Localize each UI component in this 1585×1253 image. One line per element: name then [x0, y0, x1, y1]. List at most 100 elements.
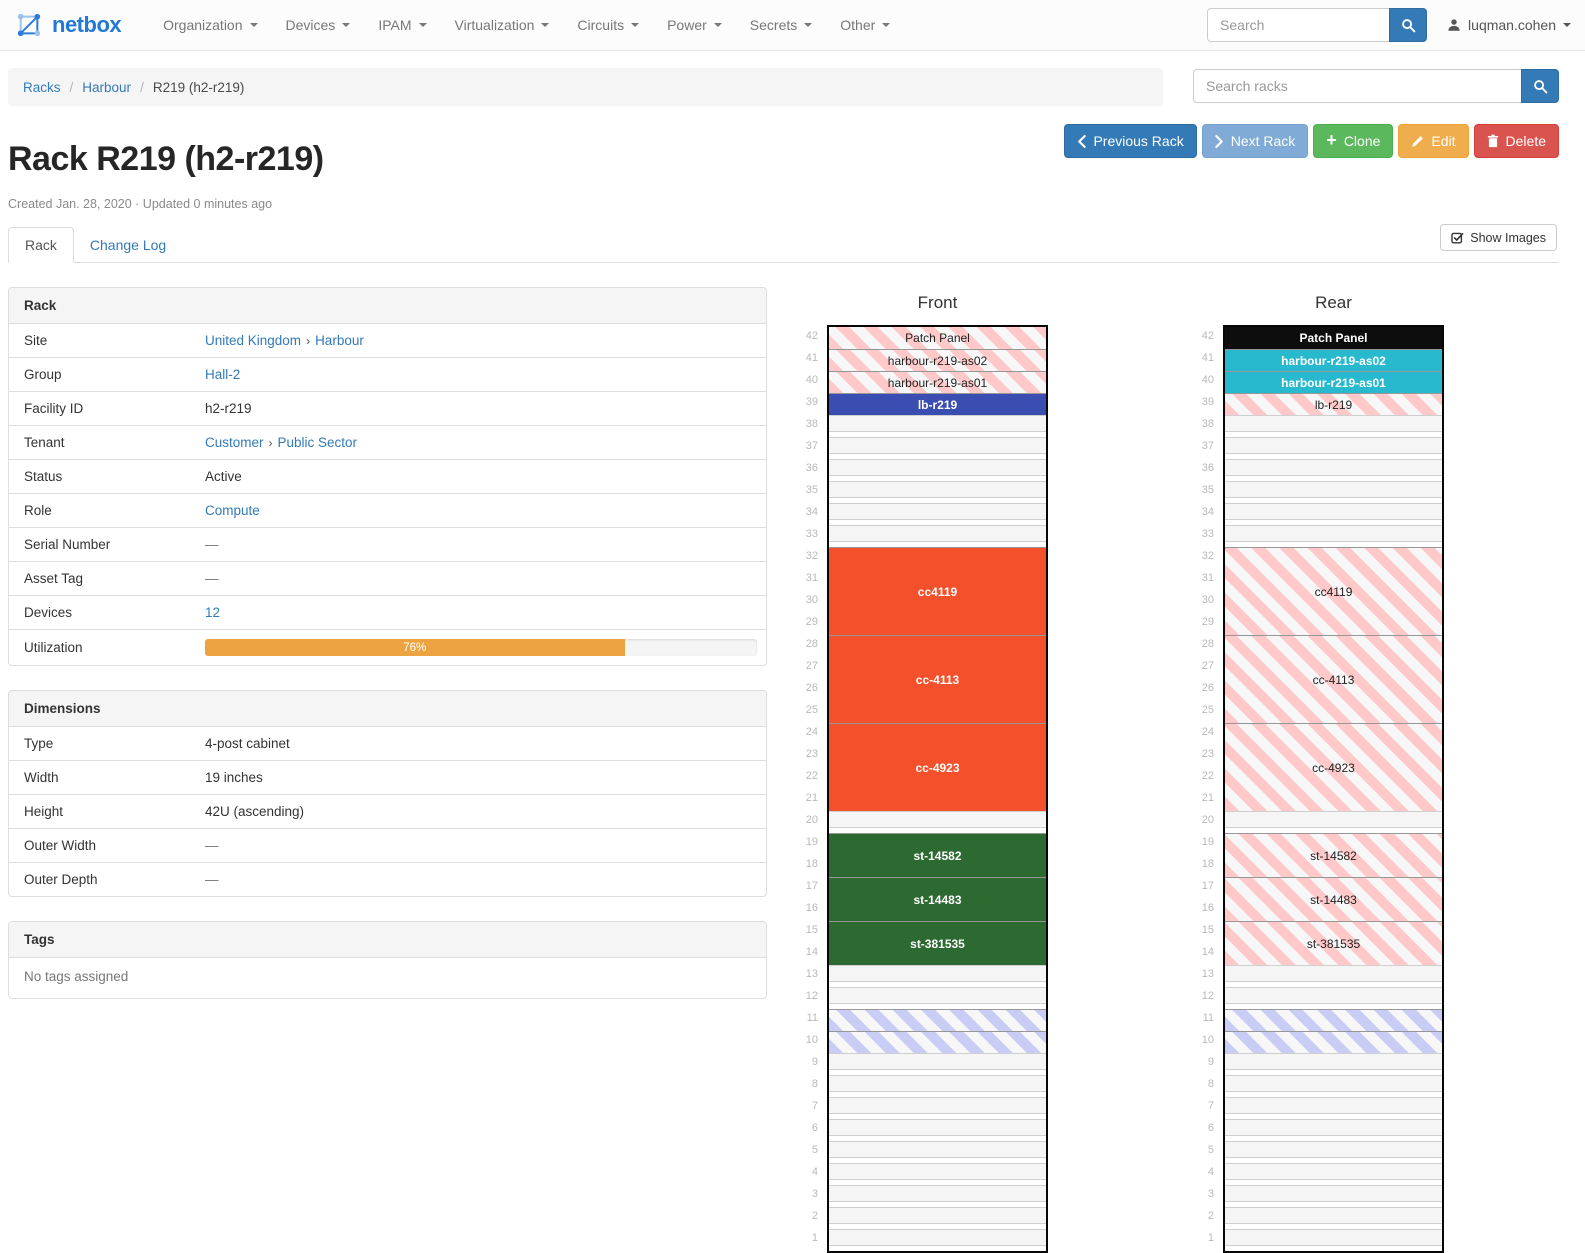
nav-item-power[interactable]: Power — [653, 0, 736, 51]
nav-item-other[interactable]: Other — [826, 0, 904, 51]
rack-unit-empty[interactable] — [1225, 811, 1442, 833]
rack-unit-empty[interactable] — [829, 1163, 1046, 1185]
global-search-button[interactable] — [1389, 8, 1427, 42]
previous-rack-button[interactable]: Previous Rack — [1064, 124, 1196, 158]
rack-unit-empty[interactable] — [829, 1097, 1046, 1119]
nav-item-ipam[interactable]: IPAM — [364, 0, 440, 51]
rack-unit-empty[interactable] — [1225, 965, 1442, 987]
global-search-input[interactable] — [1207, 8, 1389, 42]
rack-search-input[interactable] — [1193, 69, 1521, 103]
rack-unit-empty[interactable] — [1225, 1097, 1442, 1119]
rack-unit-empty[interactable] — [829, 1053, 1046, 1075]
device-block-harbour-r219-as01[interactable]: harbour-r219-as01 — [829, 371, 1046, 393]
rack-unit-empty[interactable] — [1225, 987, 1442, 1009]
nav-item-virtualization[interactable]: Virtualization — [441, 0, 564, 51]
device-block-cc4119[interactable]: cc4119 — [1225, 547, 1442, 635]
breadcrumb-item-racks[interactable]: Racks — [23, 80, 61, 95]
device-block-cc-4113[interactable]: cc-4113 — [1225, 635, 1442, 723]
tab-change-log[interactable]: Change Log — [74, 228, 182, 262]
rack-unit-empty[interactable] — [829, 965, 1046, 987]
device-block-cc-4923[interactable]: cc-4923 — [829, 723, 1046, 811]
rack-unit-empty[interactable] — [829, 1207, 1046, 1229]
rack-unit-empty[interactable] — [829, 525, 1046, 547]
device-block-cc4119[interactable]: cc4119 — [829, 547, 1046, 635]
link-harbour[interactable]: Harbour — [315, 333, 364, 348]
rack-unit-empty[interactable] — [1225, 437, 1442, 459]
rack-unit-empty[interactable] — [829, 437, 1046, 459]
device-block-st-14582[interactable]: st-14582 — [1225, 833, 1442, 877]
tab-rack[interactable]: Rack — [8, 227, 74, 263]
unit-number: 31 — [790, 567, 818, 589]
rack-search-button[interactable] — [1521, 69, 1559, 103]
link-united-kingdom[interactable]: United Kingdom — [205, 333, 301, 348]
device-block-harbour-r219-as02[interactable]: harbour-r219-as02 — [1225, 349, 1442, 371]
device-block-cc-4923[interactable]: cc-4923 — [1225, 723, 1442, 811]
unit-number: 30 — [790, 589, 818, 611]
rack-unit-empty[interactable] — [829, 481, 1046, 503]
rack-unit-empty[interactable] — [1225, 481, 1442, 503]
rack-unit-empty[interactable] — [1225, 503, 1442, 525]
device-block-lb-r219[interactable]: lb-r219 — [829, 393, 1046, 415]
field-text: — — [205, 838, 219, 853]
device-block-cc-4113[interactable]: cc-4113 — [829, 635, 1046, 723]
nav-item-secrets[interactable]: Secrets — [736, 0, 826, 51]
device-block-patch-panel[interactable]: Patch Panel — [1225, 327, 1442, 349]
nav-item-organization[interactable]: Organization — [149, 0, 271, 51]
rack-unit-empty[interactable] — [1225, 1075, 1442, 1097]
rack-unit-empty[interactable] — [829, 415, 1046, 437]
rack-unit-empty[interactable] — [829, 1075, 1046, 1097]
delete-button[interactable]: Delete — [1474, 124, 1559, 158]
device-block-patch-panel[interactable]: Patch Panel — [829, 327, 1046, 349]
device-block-st-14483[interactable]: st-14483 — [829, 877, 1046, 921]
show-images-button[interactable]: Show Images — [1440, 224, 1557, 251]
link-hall-2[interactable]: Hall-2 — [205, 367, 240, 382]
link-12[interactable]: 12 — [205, 605, 220, 620]
nav-item-devices[interactable]: Devices — [272, 0, 365, 51]
rack-unit-empty[interactable] — [1225, 1207, 1442, 1229]
breadcrumb-item-harbour[interactable]: Harbour — [82, 80, 131, 95]
rack-unit-empty[interactable] — [1225, 1229, 1442, 1251]
rack-unit-empty[interactable] — [829, 503, 1046, 525]
rack-unit-empty[interactable] — [1225, 1119, 1442, 1141]
rack-unit-empty[interactable] — [829, 811, 1046, 833]
link-compute[interactable]: Compute — [205, 503, 260, 518]
unit-number: 9 — [1186, 1051, 1214, 1073]
next-rack-button[interactable]: Next Rack — [1202, 124, 1309, 158]
rack-unit-empty[interactable] — [1225, 1053, 1442, 1075]
device-block-st-14582[interactable]: st-14582 — [829, 833, 1046, 877]
rack-unit-empty[interactable] — [1225, 525, 1442, 547]
device-block-harbour-r219-as02[interactable]: harbour-r219-as02 — [829, 349, 1046, 371]
clone-button[interactable]: + Clone — [1313, 124, 1393, 158]
device-block-lb-r219[interactable]: lb-r219 — [1225, 393, 1442, 415]
rack-unit-empty[interactable] — [829, 1185, 1046, 1207]
rack-unit-empty[interactable] — [829, 1119, 1046, 1141]
rack-unit-empty[interactable] — [1225, 1141, 1442, 1163]
rack-unit-empty[interactable] — [1225, 1185, 1442, 1207]
user-menu[interactable]: luqman.cohen — [1447, 17, 1571, 33]
field-label: Tenant — [9, 426, 205, 459]
unit-number: 4 — [790, 1161, 818, 1183]
link-customer[interactable]: Customer — [205, 435, 264, 450]
rack-unit-empty[interactable] — [829, 1229, 1046, 1251]
rack-unit-empty-slot — [829, 1207, 1046, 1224]
edit-button[interactable]: Edit — [1398, 124, 1468, 158]
link-public-sector[interactable]: Public Sector — [278, 435, 358, 450]
rack-unit-empty[interactable] — [1225, 459, 1442, 481]
toolbar: Previous Rack Next Rack + Clone Edit Del… — [1064, 124, 1559, 158]
rack-unit-empty[interactable] — [829, 1141, 1046, 1163]
rack-unit-empty[interactable] — [829, 459, 1046, 481]
device-block-harbour-r219-as01[interactable]: harbour-r219-as01 — [1225, 371, 1442, 393]
unit-number: 21 — [790, 787, 818, 809]
device-block-st-381535[interactable]: st-381535 — [1225, 921, 1442, 965]
device-block-st-14483[interactable]: st-14483 — [1225, 877, 1442, 921]
nav-item-label: Power — [667, 17, 707, 33]
rack-unit-empty-slot — [1225, 525, 1442, 542]
rack-unit-empty[interactable] — [1225, 415, 1442, 437]
netbox-brand[interactable]: netbox — [14, 10, 121, 40]
nav-item-circuits[interactable]: Circuits — [563, 0, 653, 51]
device-block-st-381535[interactable]: st-381535 — [829, 921, 1046, 965]
rack-unit-empty[interactable] — [829, 987, 1046, 1009]
field-label: Height — [9, 795, 205, 828]
rack-unit-empty[interactable] — [1225, 1163, 1442, 1185]
field-label: Facility ID — [9, 392, 205, 425]
